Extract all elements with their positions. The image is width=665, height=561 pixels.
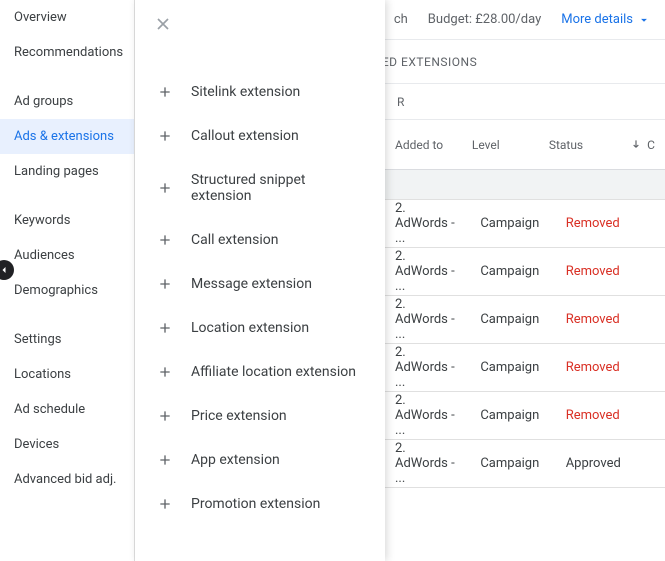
plus-icon: [157, 364, 173, 380]
extension-option[interactable]: Promotion extension: [135, 482, 385, 526]
more-details-toggle[interactable]: More details: [561, 12, 651, 27]
cell-status: Removed: [556, 312, 645, 327]
sidebar-item-audiences[interactable]: Audiences: [0, 238, 134, 273]
extension-option[interactable]: Price extension: [135, 394, 385, 438]
chevron-down-icon: [637, 13, 651, 27]
extension-option[interactable]: Location extension: [135, 306, 385, 350]
extension-option-label: Callout extension: [191, 128, 299, 144]
col-header-status[interactable]: Status: [539, 138, 619, 152]
extension-option-label: Message extension: [191, 276, 312, 292]
plus-icon: [157, 452, 173, 468]
extension-option-label: Location extension: [191, 320, 309, 336]
sidebar-item-landing-pages[interactable]: Landing pages: [0, 154, 134, 189]
col-header-level[interactable]: Level: [462, 138, 539, 152]
extension-option-label: Affiliate location extension: [191, 364, 356, 380]
extension-option[interactable]: Callout extension: [135, 114, 385, 158]
arrow-down-icon: [629, 138, 643, 152]
cell-added-to: 2. AdWords - ...: [385, 345, 470, 390]
sidebar-item-recommendations[interactable]: Recommendations: [0, 35, 134, 70]
cell-added-to: 2. AdWords - ...: [385, 441, 470, 486]
sidebar-item-advanced-bid-adj[interactable]: Advanced bid adj.: [0, 462, 134, 497]
sidebar-item-demographics[interactable]: Demographics: [0, 273, 134, 308]
extension-option[interactable]: App extension: [135, 438, 385, 482]
close-icon: [153, 14, 173, 34]
col-header-sort[interactable]: C: [619, 138, 665, 152]
plus-icon: [157, 408, 173, 424]
cell-level: Campaign: [470, 408, 555, 423]
extension-option[interactable]: Sitelink extension: [135, 70, 385, 114]
sidebar-item-ad-groups[interactable]: Ad groups: [0, 84, 134, 119]
more-details-label: More details: [561, 12, 633, 27]
extension-type-popover: Sitelink extension Callout extension Struc…: [135, 0, 385, 561]
cell-level: Campaign: [470, 360, 555, 375]
budget-label: Budget: £28.00/day: [428, 12, 541, 27]
sidebar-item-locations[interactable]: Locations: [0, 357, 134, 392]
cell-level: Campaign: [470, 216, 555, 231]
extension-option-label: Promotion extension: [191, 496, 320, 512]
sidebar-item-keywords[interactable]: Keywords: [0, 203, 134, 238]
cell-added-to: 2. AdWords - ...: [385, 297, 470, 342]
plus-icon: [157, 180, 173, 196]
sidebar-item-ad-schedule[interactable]: Ad schedule: [0, 392, 134, 427]
cell-level: Campaign: [470, 456, 555, 471]
cell-added-to: 2. AdWords - ...: [385, 249, 470, 294]
extension-option[interactable]: Call extension: [135, 218, 385, 262]
col-header-added-to[interactable]: Added to: [385, 138, 462, 152]
extension-option-label: Price extension: [191, 408, 287, 424]
sidebar-item-ads-extensions[interactable]: Ads & extensions: [0, 119, 134, 154]
cell-status: Removed: [556, 216, 645, 231]
cell-status: Removed: [556, 264, 645, 279]
sidebar-item-overview[interactable]: Overview: [0, 0, 134, 35]
cell-added-to: 2. AdWords - ...: [385, 201, 470, 246]
extension-option-label: Sitelink extension: [191, 84, 300, 100]
cell-level: Campaign: [470, 312, 555, 327]
extension-option-label: Call extension: [191, 232, 278, 248]
sidebar: Overview Recommendations Ad groups Ads &…: [0, 0, 135, 561]
sidebar-item-devices[interactable]: Devices: [0, 427, 134, 462]
search-type-fragment: ch: [394, 12, 408, 27]
chevron-left-icon: [0, 264, 10, 276]
close-button[interactable]: [153, 14, 173, 38]
plus-icon: [157, 128, 173, 144]
plus-icon: [157, 232, 173, 248]
extension-option-label: Structured snippet extension: [191, 172, 363, 204]
extension-option[interactable]: Structured snippet extension: [135, 158, 385, 218]
extension-option[interactable]: Affiliate location extension: [135, 350, 385, 394]
sidebar-item-settings[interactable]: Settings: [0, 322, 134, 357]
extension-option[interactable]: Message extension: [135, 262, 385, 306]
cell-status: Approved: [556, 456, 645, 471]
col-header-last-label: C: [647, 138, 655, 152]
cell-added-to: 2. AdWords - ...: [385, 393, 470, 438]
plus-icon: [157, 276, 173, 292]
plus-icon: [157, 84, 173, 100]
cell-status: Removed: [556, 408, 645, 423]
filter-fragment: R: [397, 95, 405, 109]
cell-status: Removed: [556, 360, 645, 375]
cell-level: Campaign: [470, 264, 555, 279]
plus-icon: [157, 496, 173, 512]
extension-option-label: App extension: [191, 452, 280, 468]
plus-icon: [157, 320, 173, 336]
